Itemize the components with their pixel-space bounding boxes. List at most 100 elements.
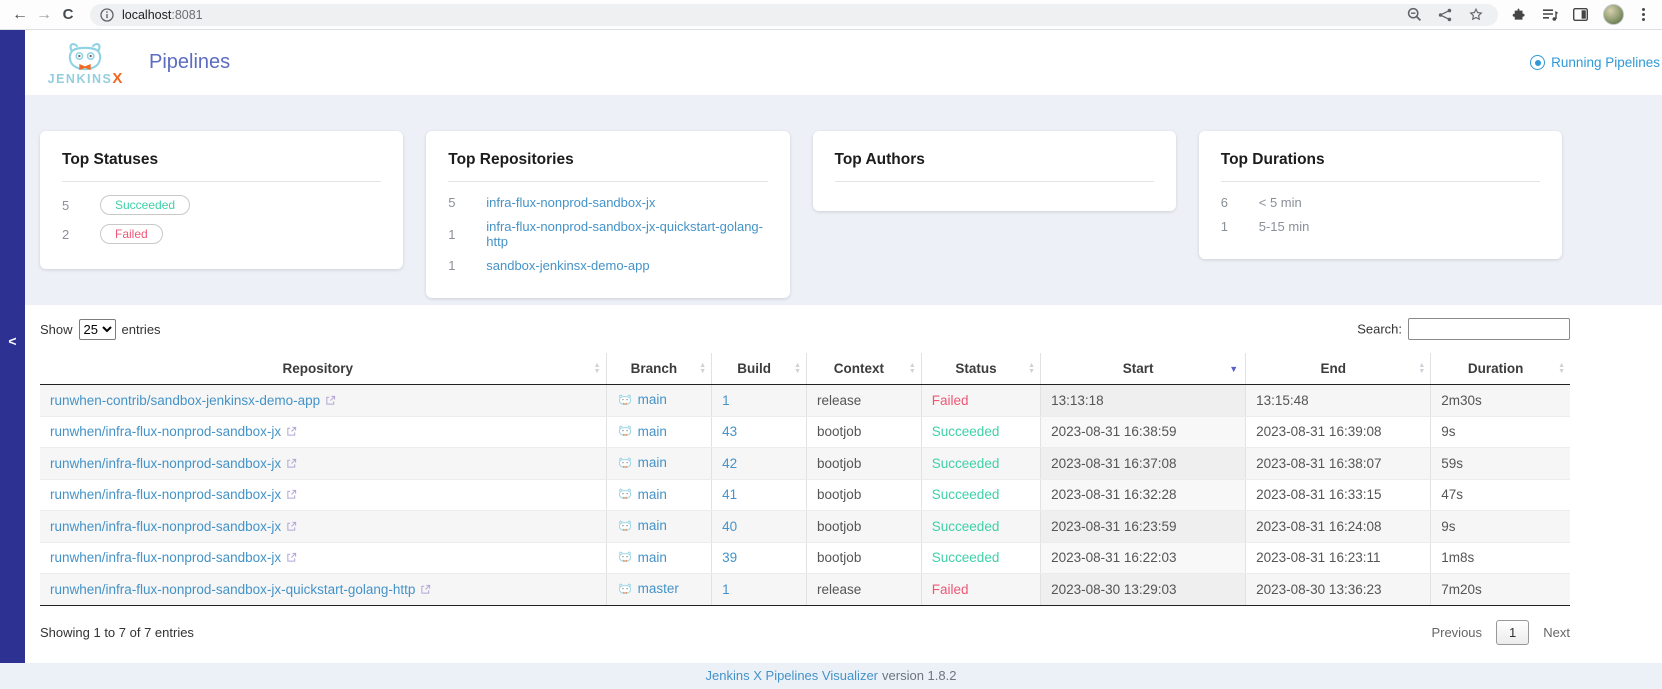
context-cell: bootjob bbox=[806, 479, 922, 511]
bookmark-star-icon[interactable] bbox=[1468, 7, 1484, 22]
table-controls: Show 25 entries Search: bbox=[40, 318, 1570, 340]
visualizer-link[interactable]: Jenkins X Pipelines Visualizer bbox=[706, 668, 878, 683]
duration-label: 5-15 min bbox=[1258, 219, 1310, 234]
url-text[interactable]: localhost:8081 bbox=[122, 8, 1407, 22]
branch-link[interactable]: main bbox=[638, 518, 667, 533]
next-page-button[interactable]: Next bbox=[1543, 625, 1570, 640]
summary-card: Top Repositories 5 infra-flux-nonprod-san… bbox=[426, 131, 790, 298]
sort-both-icon: ▲ ▼ bbox=[1558, 361, 1565, 375]
external-link-icon bbox=[421, 584, 431, 594]
back-icon[interactable]: ← bbox=[8, 6, 32, 24]
search-input[interactable] bbox=[1408, 318, 1570, 340]
table-header: Repository ▲ ▼ Branch ▲ ▼ Build ▲ ▼ Context ▲ ▼ Stat… bbox=[40, 353, 1570, 385]
build-link[interactable]: 39 bbox=[722, 550, 737, 565]
end-cell: 2023-08-31 16:39:08 bbox=[1245, 416, 1431, 448]
item-count: 6 bbox=[1220, 195, 1228, 210]
forward-icon[interactable]: → bbox=[32, 6, 56, 24]
app-sidebar: < bbox=[0, 30, 25, 663]
repository-link[interactable]: runwhen/infra-flux-nonprod-sandbox-jx bbox=[50, 456, 297, 471]
duration-cell: 9s bbox=[1430, 416, 1570, 448]
sort-both-icon: ▲ ▼ bbox=[794, 361, 802, 375]
reading-list-icon[interactable] bbox=[1542, 8, 1558, 22]
sidebar-collapse-button[interactable]: < bbox=[0, 333, 25, 349]
column-header-branch[interactable]: Branch ▲ ▼ bbox=[605, 353, 712, 385]
branch-link[interactable]: main bbox=[638, 487, 667, 502]
item-count: 5 bbox=[62, 197, 70, 213]
column-label: End bbox=[1320, 361, 1346, 376]
repository-name: runwhen-contrib/sandbox-jenkinsx-demo-ap… bbox=[50, 392, 321, 408]
running-radio-icon bbox=[1530, 55, 1546, 70]
site-info-icon[interactable] bbox=[100, 7, 114, 22]
repository-link[interactable]: sandbox-jenkinsx-demo-app bbox=[486, 258, 649, 273]
column-header-end[interactable]: End ▲ ▼ bbox=[1245, 353, 1431, 385]
card-title: Top Repositories bbox=[448, 151, 574, 168]
pipeline-row[interactable]: runwhen-contrib/sandbox-jenkinsx-demo-ap… bbox=[40, 384, 1570, 417]
build-link[interactable]: 1 bbox=[722, 582, 730, 597]
context-cell: release bbox=[806, 384, 922, 417]
repository-link[interactable]: runwhen/infra-flux-nonprod-sandbox-jx bbox=[50, 550, 297, 565]
item-count: 1 bbox=[448, 226, 456, 242]
repository-link[interactable]: runwhen/infra-flux-nonprod-sandbox-jx-qu… bbox=[50, 582, 431, 597]
repository-link[interactable]: infra-flux-nonprod-sandbox-jx bbox=[486, 195, 655, 210]
column-header-build[interactable]: Build ▲ ▼ bbox=[711, 353, 807, 385]
branch-link[interactable]: master bbox=[638, 581, 679, 596]
column-header-context[interactable]: Context ▲ ▼ bbox=[806, 353, 922, 385]
pipeline-row[interactable]: runwhen/infra-flux-nonprod-sandbox-jx ma… bbox=[40, 542, 1570, 574]
repository-link[interactable]: runwhen/infra-flux-nonprod-sandbox-jx bbox=[50, 424, 297, 439]
zoom-icon[interactable] bbox=[1407, 7, 1422, 22]
branch-link[interactable]: main bbox=[638, 550, 667, 565]
share-icon[interactable] bbox=[1438, 8, 1452, 22]
card-item: 5 infra-flux-nonprod-sandbox-jx bbox=[448, 195, 767, 210]
table-footer-row: Showing 1 to 7 of 7 entries Previous 1 N… bbox=[40, 619, 1570, 645]
show-label: Show bbox=[40, 321, 73, 337]
running-pipelines-link[interactable]: Running Pipelines bbox=[1530, 55, 1660, 70]
current-page-button[interactable]: 1 bbox=[1496, 619, 1530, 645]
app-header: JENKINSX Pipelines Running Pipelines bbox=[25, 30, 1662, 95]
external-link-icon bbox=[287, 490, 297, 499]
repository-link[interactable]: infra-flux-nonprod-sandbox-jx-quickstart… bbox=[486, 219, 767, 249]
page-size-select[interactable]: 25 bbox=[78, 318, 116, 340]
pipeline-row[interactable]: runwhen/infra-flux-nonprod-sandbox-jx ma… bbox=[40, 416, 1570, 448]
column-header-duration[interactable]: Duration ▲ ▼ bbox=[1430, 353, 1570, 385]
pipeline-row[interactable]: runwhen/infra-flux-nonprod-sandbox-jx ma… bbox=[40, 510, 1570, 543]
column-header-start[interactable]: Start ▼ bbox=[1040, 353, 1246, 385]
branch-link[interactable]: main bbox=[638, 424, 667, 439]
browser-menu-icon[interactable] bbox=[1639, 8, 1648, 21]
reload-icon[interactable]: C bbox=[56, 6, 80, 23]
column-label: Context bbox=[833, 361, 885, 376]
pipeline-row[interactable]: runwhen/infra-flux-nonprod-sandbox-jx-qu… bbox=[40, 573, 1570, 606]
build-link[interactable]: 43 bbox=[722, 424, 737, 439]
build-link[interactable]: 40 bbox=[722, 519, 737, 534]
jx-branch-icon bbox=[618, 394, 631, 405]
repository-link[interactable]: runwhen/infra-flux-nonprod-sandbox-jx bbox=[50, 487, 297, 502]
repository-link[interactable]: runwhen-contrib/sandbox-jenkinsx-demo-ap… bbox=[50, 393, 336, 408]
repository-link[interactable]: runwhen/infra-flux-nonprod-sandbox-jx bbox=[50, 519, 297, 534]
repository-name: runwhen/infra-flux-nonprod-sandbox-jx bbox=[50, 550, 282, 566]
item-count: 1 bbox=[448, 258, 456, 273]
profile-avatar[interactable] bbox=[1603, 4, 1624, 25]
repository-name: runwhen/infra-flux-nonprod-sandbox-jx bbox=[50, 518, 282, 534]
side-panel-icon[interactable] bbox=[1573, 8, 1588, 21]
branch-link[interactable]: main bbox=[638, 455, 667, 470]
url-bar[interactable]: localhost:8081 bbox=[90, 3, 1498, 26]
start-cell: 2023-08-31 16:32:28 bbox=[1040, 479, 1246, 511]
status-cell: Succeeded bbox=[920, 479, 1041, 511]
end-cell: 2023-08-31 16:33:15 bbox=[1245, 479, 1431, 511]
end-cell: 13:15:48 bbox=[1245, 384, 1431, 417]
jenkins-x-logo[interactable]: JENKINSX bbox=[39, 41, 131, 86]
column-header-repository[interactable]: Repository ▲ ▼ bbox=[40, 353, 607, 385]
column-header-status[interactable]: Status ▲ ▼ bbox=[920, 353, 1041, 385]
context-cell: bootjob bbox=[806, 510, 922, 543]
branch-link[interactable]: main bbox=[638, 392, 667, 407]
pipeline-row[interactable]: runwhen/infra-flux-nonprod-sandbox-jx ma… bbox=[40, 447, 1570, 480]
build-link[interactable]: 41 bbox=[722, 487, 737, 502]
build-link[interactable]: 42 bbox=[722, 456, 737, 471]
previous-page-button[interactable]: Previous bbox=[1431, 625, 1482, 640]
start-cell: 2023-08-31 16:22:03 bbox=[1040, 542, 1246, 574]
sort-both-icon: ▲ ▼ bbox=[908, 361, 916, 375]
build-link[interactable]: 1 bbox=[722, 393, 730, 408]
page-title: Pipelines bbox=[149, 51, 231, 73]
pipeline-row[interactable]: runwhen/infra-flux-nonprod-sandbox-jx ma… bbox=[40, 479, 1570, 511]
extensions-icon[interactable] bbox=[1512, 7, 1527, 22]
sort-both-icon: ▲ ▼ bbox=[1028, 361, 1036, 375]
